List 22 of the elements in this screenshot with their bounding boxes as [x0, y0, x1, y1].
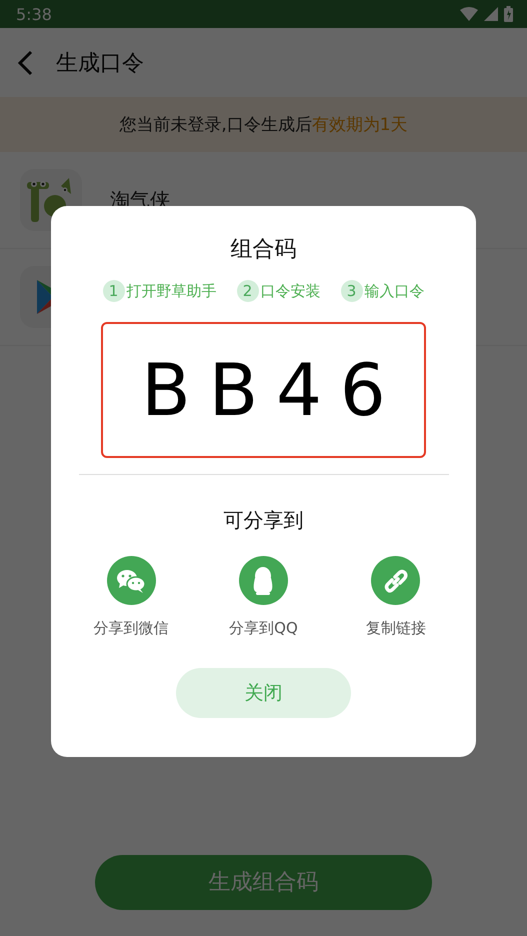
back-icon[interactable] — [16, 50, 34, 76]
notice-text: 您当前未登录,口令生成后有效期为1天 — [119, 114, 408, 136]
share-option[interactable]: 分享到QQ — [208, 556, 318, 638]
step-label: 输入口令 — [364, 282, 424, 300]
signal-icon — [484, 7, 498, 21]
dialog-title: 组合码 — [230, 236, 296, 264]
step-label: 打开野草助手 — [126, 282, 216, 300]
chat-bubbles-icon — [116, 568, 146, 594]
battery-icon — [504, 6, 513, 22]
step-number: 2 — [236, 280, 258, 302]
share-option[interactable]: 分享到微信 — [76, 556, 186, 638]
step-label: 口令安装 — [260, 282, 320, 300]
play-triangle-icon — [37, 280, 51, 314]
step-number: 3 — [340, 280, 362, 302]
page-title: 生成口令 — [56, 50, 144, 78]
status-time: 5:38 — [16, 4, 52, 24]
combination-code: BB46 — [140, 348, 404, 432]
share-title: 可分享到 — [224, 507, 304, 534]
share-option[interactable]: 复制链接 — [340, 556, 451, 638]
step-number: 1 — [102, 280, 124, 302]
penguin-icon — [251, 566, 276, 596]
wifi-icon — [460, 7, 478, 21]
